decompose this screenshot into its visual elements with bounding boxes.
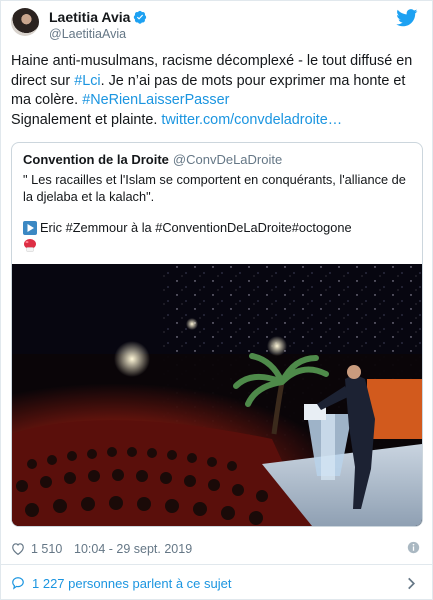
like-count[interactable]: 1 510 bbox=[31, 542, 62, 556]
play-icon bbox=[23, 221, 37, 238]
quoted-author-handle[interactable]: @ConvDeLaDroite bbox=[173, 152, 282, 167]
twitter-bird-icon[interactable] bbox=[396, 9, 418, 32]
quoted-text: " Les racailles et l'Islam se comportent… bbox=[23, 172, 406, 204]
tweet-text-part: ma colère. bbox=[11, 92, 83, 108]
speech-bubble-icon bbox=[11, 576, 25, 593]
tweet-timestamp[interactable]: 10:04 - 29 sept. 2019 bbox=[74, 542, 192, 556]
author-name-row[interactable]: Laetitia Avia bbox=[49, 9, 147, 29]
quoted-text-line-2-text: Eric #Zemmour à la #ConventionDeLaDroite… bbox=[40, 220, 352, 235]
tweet-text-part: Signalement et plainte. bbox=[11, 111, 162, 128]
tweet-meta: 1 510 10:04 - 29 sept. 2019 bbox=[11, 541, 422, 559]
boxing-glove-icon bbox=[23, 238, 37, 257]
quoted-header: Convention de la Droite @ConvDeLaDroite bbox=[23, 152, 282, 167]
heart-icon[interactable] bbox=[11, 542, 25, 558]
quoted-tweet[interactable]: Convention de la Droite @ConvDeLaDroite "… bbox=[11, 142, 423, 527]
quoted-text-line-2: Eric #Zemmour à la #ConventionDeLaDroite… bbox=[23, 220, 352, 238]
tweet-text: Haine anti-musulmans, racisme décomplexé… bbox=[11, 52, 423, 130]
quoted-tweet-photo[interactable] bbox=[12, 264, 422, 526]
hashtag-nerienlaisserpasser-link[interactable]: #NeRienLaisserPasser bbox=[82, 92, 229, 108]
hashtag-lci-link[interactable]: #Lci bbox=[74, 73, 100, 89]
tweet-line-3: ma colère. #NeRienLaisserPasser bbox=[11, 91, 423, 111]
chevron-right-icon[interactable] bbox=[407, 577, 416, 593]
author-handle[interactable]: @LaetitiaAvia bbox=[49, 27, 126, 41]
footer-divider bbox=[1, 564, 432, 565]
display-name[interactable]: Laetitia Avia bbox=[49, 9, 130, 25]
event-photo-illustration bbox=[12, 264, 422, 526]
quoted-author-name[interactable]: Convention de la Droite bbox=[23, 152, 169, 167]
tweet-line-1: Haine anti-musulmans, racisme décomplexé… bbox=[11, 53, 413, 69]
quoted-url-link[interactable]: twitter.com/convdeladroite… bbox=[161, 112, 342, 128]
avatar[interactable] bbox=[11, 8, 39, 36]
tweet-line-2: direct sur #Lci. Je n’ai pas de mots pou… bbox=[11, 72, 423, 92]
tweet-line-4: Signalement et plainte. twitter.com/conv… bbox=[11, 111, 423, 131]
tweet-text-part: . Je n’ai pas de mots pour exprimer ma h… bbox=[100, 72, 406, 89]
conversation-label[interactable]: 1 227 personnes parlent à ce sujet bbox=[32, 576, 231, 591]
conversation-link[interactable]: 1 227 personnes parlent à ce sujet bbox=[11, 574, 422, 594]
verified-badge-icon bbox=[133, 10, 147, 29]
tweet-header: Laetitia Avia @LaetitiaAvia bbox=[11, 8, 422, 42]
tweet-text-part: direct sur bbox=[11, 72, 75, 89]
info-icon[interactable] bbox=[407, 541, 420, 557]
tweet-card: Laetitia Avia @LaetitiaAvia Haine anti-m… bbox=[0, 0, 433, 600]
